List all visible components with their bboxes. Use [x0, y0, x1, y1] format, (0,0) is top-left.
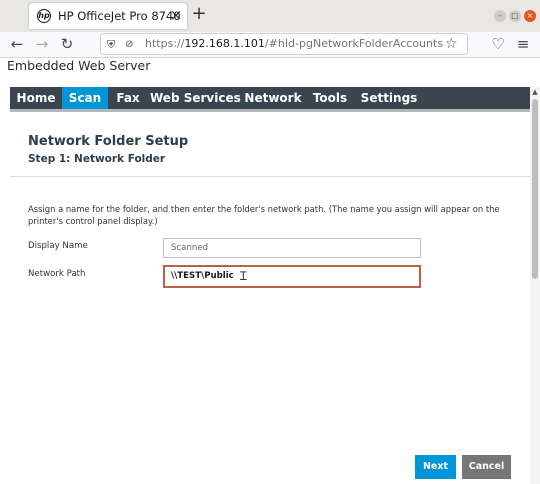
- section-title: Network Folder Setup: [28, 134, 189, 149]
- tab-strip: hp HP OfficeJet Pro 8740 × + – □ ×: [0, 0, 540, 32]
- network-path-label: Network Path: [28, 269, 86, 279]
- browser-tab[interactable]: hp HP OfficeJet Pro 8740 ×: [29, 3, 187, 29]
- menu-item-home[interactable]: Home: [10, 87, 62, 109]
- display-name-label: Display Name: [28, 241, 88, 251]
- tab-title: HP OfficeJet Pro 8740: [58, 9, 181, 23]
- shield-icon[interactable]: ⛨: [107, 37, 120, 52]
- divider: [10, 176, 530, 177]
- new-tab-button[interactable]: +: [191, 4, 207, 24]
- menu-item-network[interactable]: Network: [242, 87, 304, 109]
- url-bar[interactable]: ⛨ ⊘ https://192.168.1.101/#hId-pgNetwork…: [100, 33, 468, 55]
- pocket-icon[interactable]: ♡: [489, 35, 507, 53]
- display-name-input[interactable]: Scanned: [163, 238, 421, 258]
- lock-icon[interactable]: ⊘: [125, 37, 137, 52]
- url-path: /#hId-pgNetworkFolderAccounts: [264, 37, 444, 50]
- hamburger-menu-icon[interactable]: ≡: [514, 35, 532, 53]
- browser-window: hp HP OfficeJet Pro 8740 × + – □ × ← → ↻…: [0, 0, 540, 484]
- url-host: 192.168.1.101: [184, 37, 265, 50]
- hp-logo-icon: hp: [37, 9, 51, 23]
- menu-item-tools[interactable]: Tools: [308, 87, 352, 109]
- tab-close-icon[interactable]: ×: [169, 7, 183, 23]
- url-text[interactable]: https://192.168.1.101/#hId-pgNetworkFold…: [145, 37, 443, 50]
- page-scrollbar[interactable]: ▲: [530, 87, 540, 484]
- menu-item-fax[interactable]: Fax: [108, 87, 148, 109]
- forward-icon[interactable]: →: [33, 35, 51, 53]
- back-icon[interactable]: ←: [8, 35, 26, 53]
- section-subtitle: Step 1: Network Folder: [28, 153, 166, 165]
- maximize-icon[interactable]: □: [509, 10, 521, 22]
- next-button[interactable]: Next: [415, 455, 456, 479]
- minimize-icon[interactable]: –: [494, 10, 506, 22]
- menu-item-web-services[interactable]: Web Services: [150, 87, 241, 109]
- scroll-up-icon[interactable]: ▲: [530, 87, 540, 97]
- cancel-button[interactable]: Cancel: [462, 455, 511, 479]
- navigation-bar: ← → ↻ ⛨ ⊘ https://192.168.1.101/#hId-pgN…: [0, 32, 540, 58]
- main-menu: Home Scan Fax Web Services Network Tools…: [10, 87, 530, 112]
- instructions-text: Assign a name for the folder, and then e…: [28, 204, 500, 226]
- bookmark-star-icon[interactable]: ☆: [445, 36, 459, 52]
- scroll-thumb[interactable]: [532, 99, 538, 279]
- menu-item-settings[interactable]: Settings: [358, 87, 420, 109]
- reload-icon[interactable]: ↻: [58, 35, 76, 53]
- url-scheme: https://: [145, 37, 185, 50]
- window-close-icon[interactable]: ×: [524, 10, 536, 22]
- text-cursor-icon: Ɪ: [240, 269, 247, 283]
- network-path-input[interactable]: \\TEST\Public: [163, 265, 421, 288]
- menu-item-scan[interactable]: Scan: [62, 87, 108, 109]
- ews-title: Embedded Web Server: [7, 58, 151, 73]
